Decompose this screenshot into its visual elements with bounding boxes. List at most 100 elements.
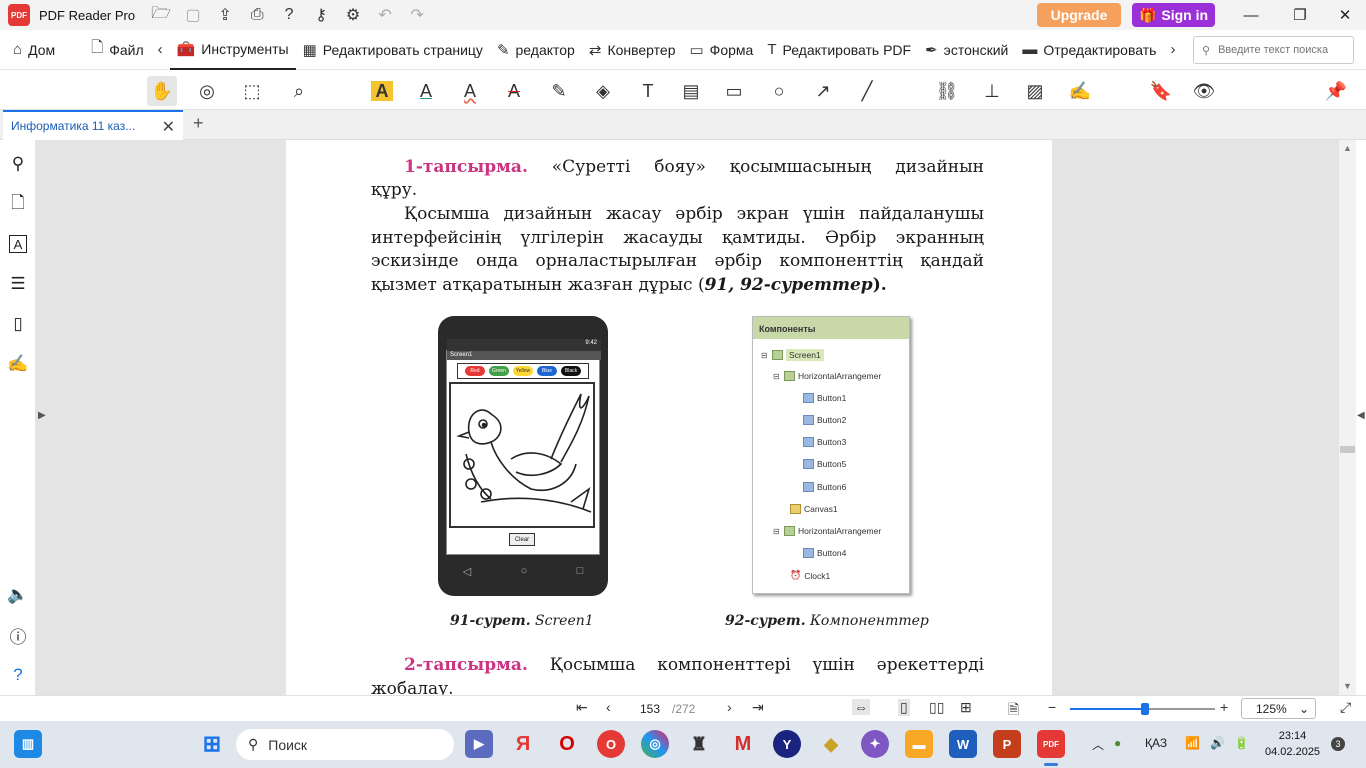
- circle-icon[interactable]: ○: [764, 76, 794, 106]
- single-page-icon[interactable]: ▯: [898, 699, 910, 716]
- rectangle-icon[interactable]: ▭: [719, 76, 749, 106]
- current-page-input[interactable]: 153: [630, 699, 670, 719]
- pdf-reader-taskbar-icon[interactable]: PDF: [1037, 730, 1065, 758]
- marker-icon[interactable]: ✎: [544, 76, 574, 106]
- image-icon[interactable]: ▨: [1020, 76, 1050, 106]
- eraser-icon[interactable]: ◈: [588, 76, 618, 106]
- annotation-list-icon[interactable]: A: [9, 235, 27, 253]
- scroll-down-icon[interactable]: ▼: [1343, 681, 1352, 691]
- hand-tool-icon[interactable]: ✋: [147, 76, 177, 106]
- y-app-icon[interactable]: Y: [773, 730, 801, 758]
- menu-edit-pdf[interactable]: T Редактировать PDF: [760, 30, 918, 70]
- close-tab-icon[interactable]: ✕: [162, 117, 175, 137]
- eye-icon[interactable]: 👁: [1189, 76, 1219, 106]
- last-page-icon[interactable]: ⇥: [752, 699, 764, 716]
- menu-redact[interactable]: ▬ Отредактировать: [1015, 30, 1163, 70]
- upgrade-button[interactable]: Upgrade: [1037, 3, 1121, 27]
- key-icon[interactable]: ⚷: [305, 0, 337, 30]
- powerpoint-icon[interactable]: P: [993, 730, 1021, 758]
- help-circle-icon[interactable]: ?: [6, 663, 30, 687]
- meet-icon[interactable]: ▶: [465, 730, 493, 758]
- file-explorer-icon[interactable]: ▬: [905, 730, 933, 758]
- help-icon[interactable]: ?: [273, 0, 305, 30]
- marquee-select-icon[interactable]: ⬚: [237, 76, 267, 106]
- info-icon[interactable]: ⓘ: [6, 623, 30, 647]
- expand-right-panel-icon[interactable]: ◀: [1357, 410, 1365, 421]
- new-tab-button[interactable]: +: [193, 113, 204, 134]
- share-icon[interactable]: ⇪: [209, 0, 241, 30]
- speaker-icon[interactable]: 🔈: [6, 583, 30, 607]
- strikethrough-icon[interactable]: A: [499, 76, 529, 106]
- windows-start-icon[interactable]: ⊞: [198, 730, 226, 758]
- wot-icon[interactable]: ♜: [685, 730, 713, 758]
- tray-expand-icon[interactable]: ︿: [1092, 736, 1104, 753]
- volume-icon[interactable]: 🔊: [1210, 736, 1225, 750]
- zoom-select[interactable]: 125% ⌄: [1241, 698, 1316, 719]
- gamepad-icon[interactable]: ✦: [861, 730, 889, 758]
- first-page-icon[interactable]: ⇤: [576, 699, 588, 716]
- zoom-area-icon[interactable]: ⌕: [284, 76, 314, 106]
- opera-gx-icon[interactable]: O: [553, 730, 581, 758]
- language-indicator[interactable]: ҚАЗ: [1145, 736, 1167, 750]
- menu-tools[interactable]: 🧰 Инструменты: [169, 30, 296, 70]
- word-icon[interactable]: W: [949, 730, 977, 758]
- wifi-icon[interactable]: 📶: [1185, 736, 1200, 750]
- signin-button[interactable]: 🎁 Sign in: [1132, 3, 1215, 27]
- taskbar-clock[interactable]: 23:14 04.02.2025: [1265, 728, 1320, 760]
- opera-icon[interactable]: O: [597, 730, 625, 758]
- zoom-in-icon[interactable]: +: [1220, 699, 1228, 715]
- underline-icon[interactable]: A: [411, 76, 441, 106]
- squiggly-icon[interactable]: A: [455, 76, 485, 106]
- line-icon[interactable]: ╱: [852, 76, 882, 106]
- signature-icon[interactable]: ✍: [1065, 76, 1095, 106]
- expand-sidebar-icon[interactable]: ▶: [38, 410, 46, 421]
- print-icon[interactable]: ⎙: [241, 0, 273, 30]
- link-icon[interactable]: ⛓: [932, 76, 962, 106]
- menu-edit-page[interactable]: ▦ Редактировать страницу: [296, 30, 490, 70]
- prev-page-icon[interactable]: ‹: [606, 699, 611, 715]
- menu-scroll-right[interactable]: ›: [1163, 30, 1182, 70]
- zoom-slider[interactable]: [1070, 703, 1215, 715]
- search-box[interactable]: ⚲: [1193, 36, 1354, 64]
- battery-icon[interactable]: 🔋: [1234, 736, 1249, 750]
- arrow-icon[interactable]: ↗: [808, 76, 838, 106]
- widgets-icon[interactable]: ▥: [14, 730, 42, 758]
- undo-icon[interactable]: ↶: [369, 0, 401, 30]
- zoom-out-icon[interactable]: −: [1048, 699, 1056, 715]
- highlight-icon[interactable]: A: [371, 81, 393, 101]
- search-icon[interactable]: ⚲: [6, 152, 30, 176]
- close-button[interactable]: ✕: [1322, 0, 1366, 30]
- menu-scroll-left[interactable]: ‹: [151, 30, 170, 70]
- scroll-thumb[interactable]: [1340, 446, 1355, 453]
- vertical-scrollbar[interactable]: ▲ ▼: [1339, 140, 1356, 695]
- open-folder-icon[interactable]: 🗁: [145, 0, 177, 30]
- stamp-icon[interactable]: ⊥: [977, 76, 1007, 106]
- menu-estonian[interactable]: ✒ эстонский: [918, 30, 1015, 70]
- m-app-icon[interactable]: M: [729, 730, 757, 758]
- minimize-button[interactable]: —: [1228, 0, 1274, 30]
- page-thumbnail-icon[interactable]: 🗋: [6, 192, 30, 216]
- next-page-icon[interactable]: ›: [727, 699, 732, 715]
- pin-icon[interactable]: 📌: [1321, 76, 1351, 106]
- notification-badge[interactable]: 3: [1331, 737, 1345, 751]
- scroll-up-icon[interactable]: ▲: [1343, 143, 1352, 153]
- menu-editor[interactable]: ✎ редактор: [490, 30, 582, 70]
- bookmark-sidebar-icon[interactable]: ▯: [6, 312, 30, 336]
- document-viewport[interactable]: ▶ 1-тапсырма. «Суретті бояу» қосымшасыны…: [36, 140, 1339, 695]
- two-page-icon[interactable]: ▯▯: [929, 699, 944, 716]
- maximize-button[interactable]: ❐: [1277, 0, 1323, 30]
- search-input[interactable]: [1218, 44, 1344, 56]
- menu-home[interactable]: ⌂ Дом: [6, 30, 62, 70]
- browser-icon[interactable]: ◎: [641, 730, 669, 758]
- game-launcher-icon[interactable]: ◆: [817, 730, 845, 758]
- outline-icon[interactable]: ☰: [6, 272, 30, 296]
- document-tab[interactable]: Информатика 11 каз... ✕: [3, 110, 183, 140]
- page-layout-icon[interactable]: ⊞: [960, 699, 972, 716]
- menu-file[interactable]: 🗋 Файл: [84, 30, 150, 70]
- signature-sidebar-icon[interactable]: ✍: [6, 352, 30, 376]
- redo-icon[interactable]: ↷: [401, 0, 433, 30]
- text-icon[interactable]: T: [633, 76, 663, 106]
- fullscreen-icon[interactable]: ⤢: [1340, 699, 1351, 716]
- menu-form[interactable]: ▭ Форма: [682, 30, 760, 70]
- taskbar-search[interactable]: ⚲ Поиск: [236, 729, 454, 760]
